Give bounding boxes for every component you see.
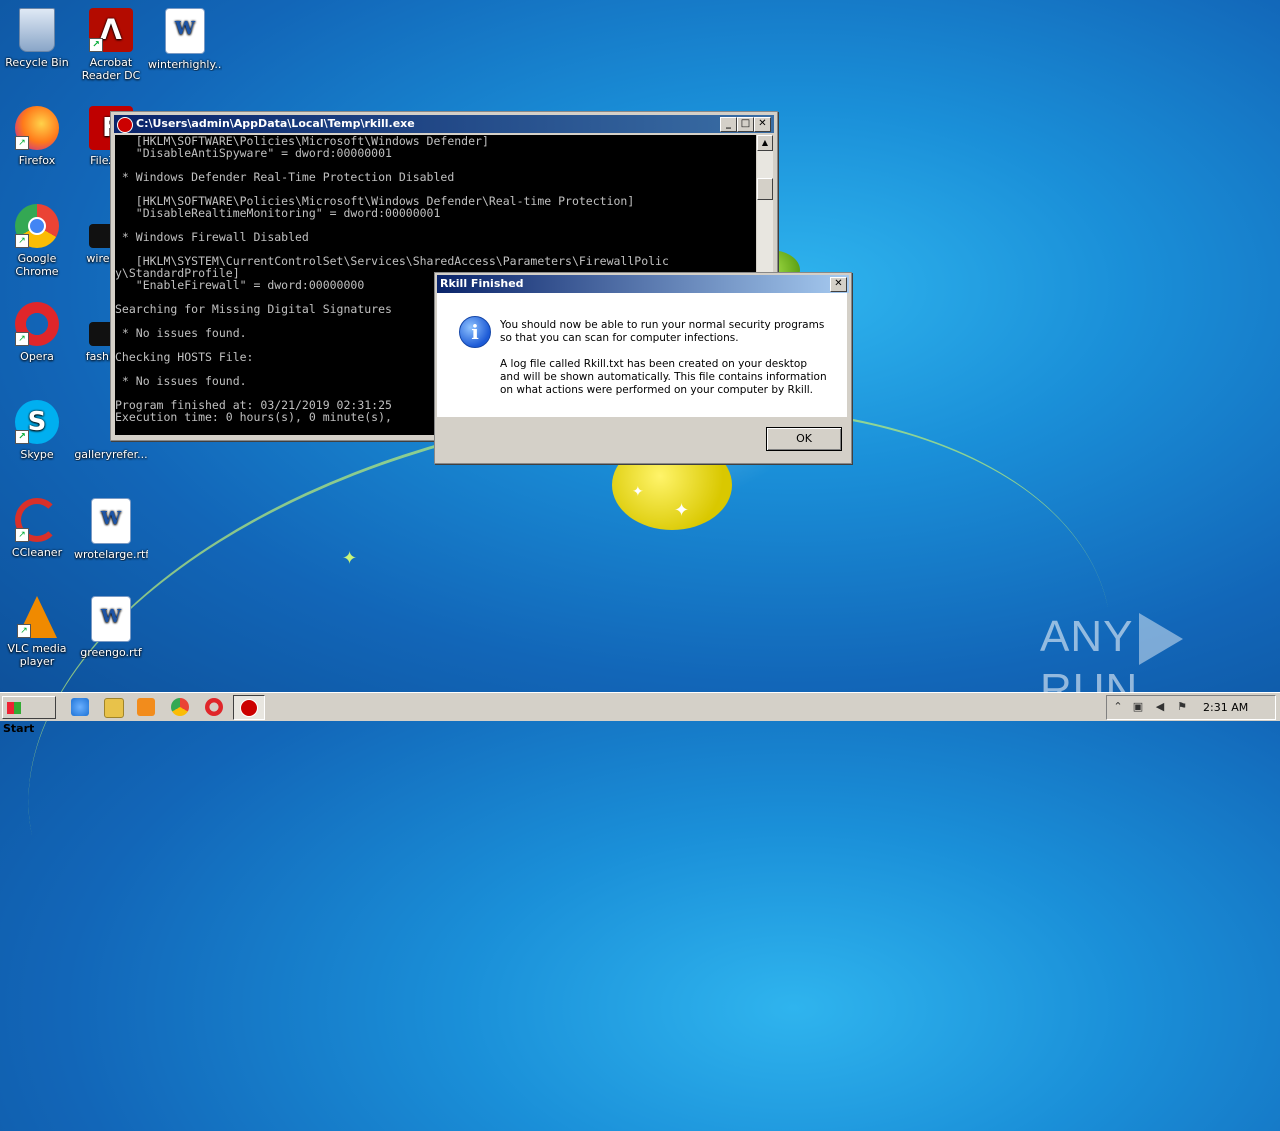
desktop-icon-firefox[interactable]: ↗ Firefox [0,106,74,167]
chrome-icon: ↗ [15,204,59,248]
shortcut-arrow-icon: ↗ [15,332,29,346]
wallpaper-sparkle: ✦ [342,548,358,569]
dialog-title: Rkill Finished [440,277,524,290]
console-title: C:\Users\admin\AppData\Local\Temp\rkill.… [136,117,415,130]
scroll-thumb[interactable] [757,178,773,200]
ccleaner-icon: ↗ [15,498,59,542]
system-tray: ⌃ ▣ ◀ ⚑ 2:31 AM [1106,695,1276,720]
wallpaper-sparkle: ✦ [674,500,690,521]
chrome-icon[interactable] [171,698,189,716]
console-line: "DisableAntiSpyware" = dword:00000001 [115,146,392,160]
console-titlebar[interactable]: C:\Users\admin\AppData\Local\Temp\rkill.… [114,115,774,133]
desktop-icon-ccleaner[interactable]: ↗ CCleaner [0,498,74,559]
recycle-bin-icon [19,8,55,52]
shortcut-arrow-icon: ↗ [15,528,29,542]
taskbar-rkill-button[interactable] [233,695,265,720]
scroll-up-icon[interactable]: ▲ [757,135,773,151]
word-doc-icon: W [91,596,131,642]
info-icon: i [459,316,491,348]
wallpaper-sparkle: ✦ [632,484,644,500]
close-button[interactable]: ✕ [754,117,771,132]
desktop-icon-opera[interactable]: ↗ Opera [0,302,74,363]
shortcut-arrow-icon: ↗ [15,430,29,444]
opera-icon: ↗ [15,302,59,346]
console-line: * Windows Firewall Disabled [115,230,309,244]
windows-logo-icon [7,702,21,714]
minimize-button[interactable]: _ [720,117,737,132]
volume-icon[interactable]: ◀ [1153,700,1167,714]
vlc-icon: ↗ [17,596,57,638]
play-icon [1139,613,1184,666]
action-center-flag-icon[interactable]: ⚑ [1175,700,1189,714]
acrobat-icon: ᐱ ↗ [89,8,133,52]
maximize-button[interactable]: □ [737,117,754,132]
taskbar: Start ⌃ ▣ ◀ ⚑ 2:31 AM [0,692,1280,735]
start-label: Start [3,722,35,735]
word-doc-icon: W [165,8,205,54]
show-hidden-icons-icon[interactable]: ⌃ [1111,700,1125,714]
clock[interactable]: 2:31 AM [1203,701,1248,714]
dialog-titlebar[interactable]: Rkill Finished ✕ [437,275,849,293]
rkill-finished-dialog[interactable]: Rkill Finished ✕ i You should now be abl… [434,272,852,464]
shortcut-arrow-icon: ↗ [89,38,103,52]
watermark-text: ANY [1040,612,1134,661]
desktop-icon-acrobat[interactable]: ᐱ ↗ Acrobat Reader DC [74,8,148,82]
shortcut-arrow-icon: ↗ [17,624,31,638]
start-button[interactable]: Start [2,696,56,735]
firefox-icon: ↗ [15,106,59,150]
desktop-icon-winterhighly[interactable]: W winterhighly... [148,8,222,71]
dialog-message: You should now be able to run your norma… [500,319,830,410]
ok-button[interactable]: OK [766,427,842,451]
skype-icon: S ↗ [15,400,59,444]
opera-icon[interactable] [205,698,223,716]
network-icon[interactable]: ▣ [1131,700,1145,714]
console-line: * Windows Defender Real-Time Protection … [115,170,455,184]
shortcut-arrow-icon: ↗ [15,136,29,150]
desktop-icon-wrotelarge[interactable]: W wrotelarge.rtf [74,498,148,561]
media-player-icon[interactable] [137,698,155,716]
desktop-icon-chrome[interactable]: ↗ Google Chrome [0,204,74,278]
explorer-folder-icon[interactable] [104,698,124,718]
rkill-icon [117,117,133,133]
desktop-icon-vlc[interactable]: ↗ VLC media player [0,596,74,668]
word-doc-icon: W [91,498,131,544]
internet-explorer-icon[interactable] [71,698,89,716]
close-button[interactable]: ✕ [830,277,847,292]
dialog-paragraph: A log file called Rkill.txt has been cre… [500,358,827,396]
shortcut-arrow-icon: ↗ [15,234,29,248]
desktop-icon-skype[interactable]: S ↗ Skype [0,400,74,461]
dialog-content: i You should now be able to run your nor… [437,293,847,417]
desktop-icon-recycle-bin[interactable]: Recycle Bin [0,8,74,69]
rkill-icon [240,699,258,717]
console-line: "DisableRealtimeMonitoring" = dword:0000… [115,206,441,220]
desktop-icon-greengo[interactable]: W greengo.rtf [74,596,148,659]
dialog-paragraph: You should now be able to run your norma… [500,319,825,344]
